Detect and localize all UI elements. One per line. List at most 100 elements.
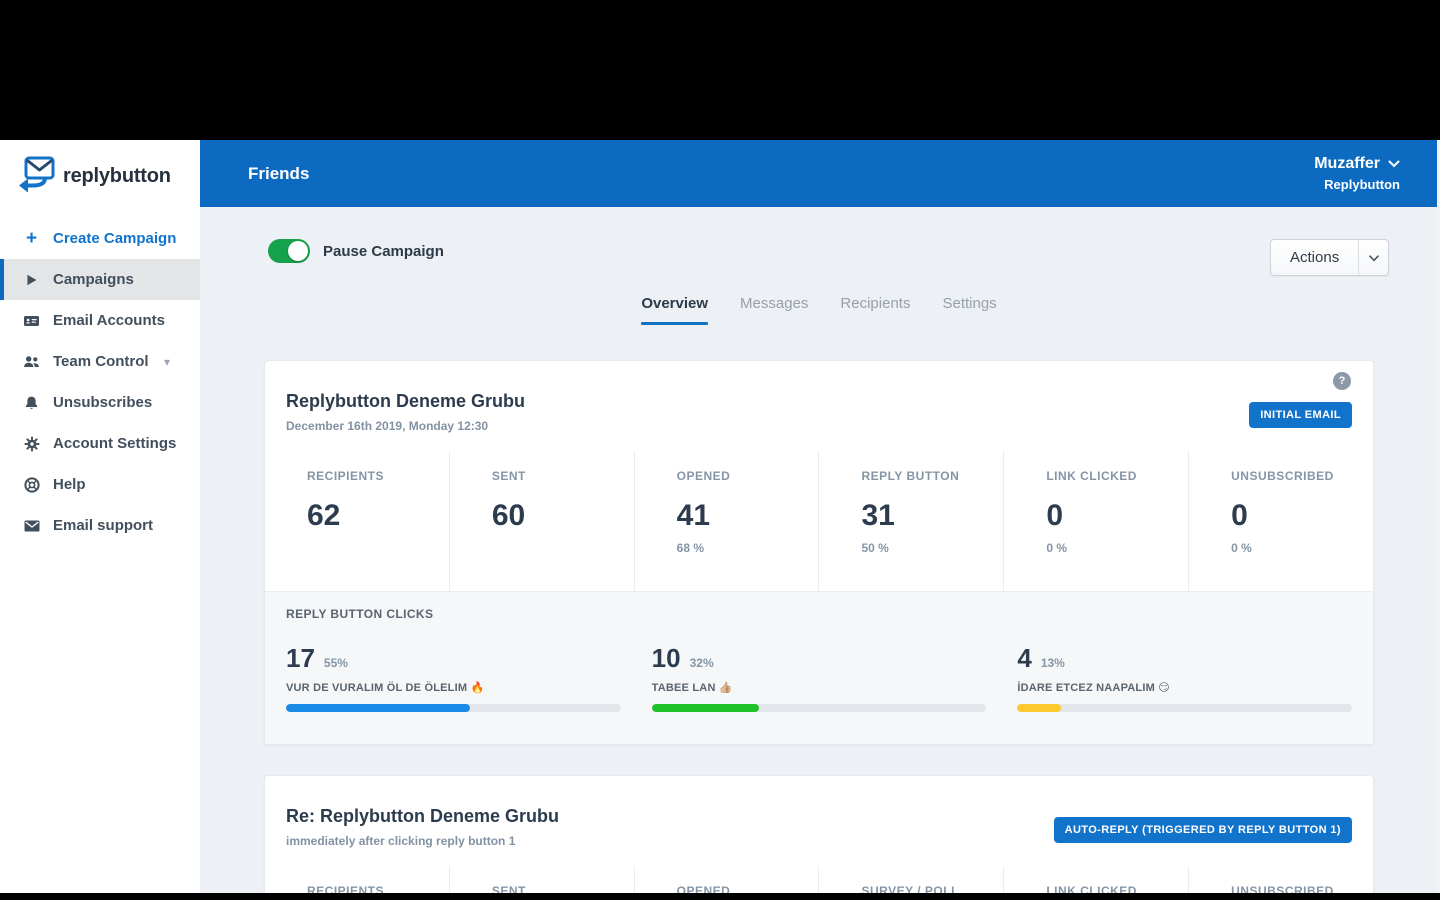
email-title: Re: Replybutton Deneme Grubu — [286, 806, 560, 826]
bell-icon — [23, 395, 40, 411]
sidebar-nav: + Create Campaign Campaigns Email Accoun… — [0, 218, 200, 546]
id-card-icon — [23, 313, 40, 329]
stats-row: RECIPIENTS 62 SENT 60 OPENED 41 68 % REP… — [265, 451, 1373, 591]
tab-recipients[interactable]: Recipients — [840, 287, 910, 325]
logo[interactable]: replybutton — [0, 140, 200, 196]
stat-reply-button: REPLY BUTTON 31 50 % — [818, 451, 1003, 591]
stat-recipients: RECIPIENTS — [265, 866, 449, 893]
card-header: Re: Replybutton Deneme Grubu immediately… — [265, 776, 1373, 866]
actions-dropdown-button[interactable] — [1359, 240, 1388, 275]
life-ring-icon — [23, 476, 40, 493]
sidebar-item-email-support[interactable]: Email support — [0, 505, 200, 546]
stat-percent: 68 % — [676, 541, 705, 555]
click-count: 10 — [651, 643, 681, 673]
click-percent: 55% — [323, 656, 348, 670]
stats-row: RECIPIENTS SENT OPENED SURVEY / POLL LIN… — [265, 866, 1373, 893]
tab-label: Overview — [641, 295, 709, 312]
pause-campaign-label: Pause Campaign — [323, 242, 444, 260]
pause-campaign-row: Pause Campaign — [268, 239, 444, 263]
email-subtitle: December 16th 2019, Monday 12:30 — [286, 419, 489, 433]
stat-label: LINK CLICKED — [1046, 884, 1137, 893]
stat-value: 41 — [676, 499, 711, 532]
click-count: 17 — [286, 643, 315, 673]
stat-sent: SENT 60 — [448, 451, 634, 591]
click-label: TABEE LAN 👍🏼 — [651, 682, 733, 694]
sidebar-item-campaigns[interactable]: Campaigns — [0, 259, 200, 300]
stat-recipients: RECIPIENTS 62 — [265, 451, 449, 591]
stat-label: REPLY BUTTON — [861, 469, 960, 483]
sidebar-item-label: Team Control — [53, 353, 149, 370]
stat-value: 60 — [491, 499, 526, 532]
sidebar-item-team-control[interactable]: Team Control ▾ — [0, 341, 200, 382]
plus-icon: + — [25, 228, 38, 249]
reply-button-clicks-section: REPLY BUTTON CLICKS 17 55% VUR DE VURALI… — [265, 591, 1373, 744]
user-org: Replybutton — [1324, 177, 1400, 192]
click-label: VUR DE VURALIM ÖL DE ÖLELIM 🔥 — [286, 682, 485, 694]
stat-opened: OPENED 41 68 % — [633, 451, 819, 591]
play-icon — [23, 273, 40, 287]
reply-button-1-stats: 17 55% VUR DE VURALIM ÖL DE ÖLELIM 🔥 — [286, 643, 621, 712]
initial-email-badge: INITIAL EMAIL — [1249, 402, 1352, 428]
chevron-down-icon — [1388, 155, 1400, 173]
tab-messages[interactable]: Messages — [740, 287, 808, 325]
sidebar-item-label: Account Settings — [53, 435, 177, 452]
user-menu[interactable]: Muzaffer Replybutton — [1314, 155, 1400, 192]
stat-label: SENT — [491, 884, 526, 893]
progress-bar — [1017, 704, 1353, 712]
sidebar-item-label: Campaigns — [53, 271, 134, 288]
click-count: 4 — [1017, 643, 1032, 673]
clicks-row: 17 55% VUR DE VURALIM ÖL DE ÖLELIM 🔥 10 … — [286, 643, 1353, 712]
tab-label: Messages — [740, 295, 809, 312]
stat-label: SENT — [491, 469, 526, 483]
page-title: Friends — [248, 163, 310, 183]
pause-campaign-toggle[interactable] — [268, 239, 310, 263]
actions-button-group: Actions — [1270, 239, 1390, 276]
sidebar-item-email-accounts[interactable]: Email Accounts — [0, 300, 200, 341]
gear-icon — [23, 436, 40, 452]
reply-button-3-stats: 4 13% İDARE ETCEZ NAAPALIM 😏 — [1017, 643, 1353, 712]
stat-label: SURVEY / POLL — [861, 884, 959, 893]
chevron-down-icon: ▾ — [163, 354, 170, 369]
sidebar-item-unsubscribes[interactable]: Unsubscribes — [0, 382, 200, 423]
tab-overview[interactable]: Overview — [641, 287, 708, 325]
progress-fill — [1017, 704, 1061, 712]
sidebar-item-help[interactable]: Help — [0, 464, 200, 505]
stat-value: 0 — [1231, 499, 1248, 532]
stat-percent: 50 % — [861, 541, 889, 555]
toggle-knob — [288, 241, 308, 261]
sidebar-item-label: Unsubscribes — [53, 394, 153, 411]
logo-text: replybutton — [63, 164, 171, 187]
sidebar-item-create-campaign[interactable]: + Create Campaign — [0, 218, 200, 259]
stat-opened: OPENED — [633, 866, 819, 893]
sidebar-item-label: Create Campaign — [53, 230, 177, 247]
envelope-icon — [23, 519, 40, 533]
click-percent: 13% — [1040, 656, 1065, 670]
help-icon[interactable]: ? — [1333, 372, 1351, 390]
stat-unsubscribed: UNSUBSCRIBED 0 0 % — [1188, 451, 1373, 591]
campaign-tabs: Overview Messages Recipients Settings — [264, 287, 1374, 325]
stat-survey-poll: SURVEY / POLL — [818, 866, 1003, 893]
stat-label: OPENED — [676, 884, 731, 893]
stat-value: 62 — [307, 499, 341, 532]
card-header: Replybutton Deneme Grubu December 16th 2… — [265, 361, 1373, 451]
tab-settings[interactable]: Settings — [942, 287, 996, 325]
user-name: Muzaffer — [1314, 155, 1380, 172]
progress-bar — [286, 704, 621, 712]
stat-label: UNSUBSCRIBED — [1231, 469, 1334, 483]
actions-label: Actions — [1290, 249, 1340, 266]
stat-label: LINK CLICKED — [1046, 469, 1137, 483]
stat-label: UNSUBSCRIBED — [1231, 884, 1334, 893]
initial-email-card: Replybutton Deneme Grubu December 16th 2… — [264, 360, 1374, 745]
actions-button[interactable]: Actions — [1271, 240, 1360, 275]
users-icon — [23, 354, 40, 370]
replybutton-logo-icon — [16, 156, 56, 197]
chevron-down-icon — [1368, 249, 1379, 267]
email-title: Replybutton Deneme Grubu — [286, 391, 526, 411]
auto-reply-card: Re: Replybutton Deneme Grubu immediately… — [264, 775, 1374, 893]
auto-reply-badge: AUTO-REPLY (TRIGGERED BY REPLY BUTTON 1) — [1053, 817, 1352, 843]
stat-percent: 0 % — [1231, 541, 1252, 555]
reply-button-2-stats: 10 32% TABEE LAN 👍🏼 — [651, 643, 987, 712]
stat-sent: SENT — [448, 866, 634, 893]
sidebar-item-account-settings[interactable]: Account Settings — [0, 423, 200, 464]
section-title: REPLY BUTTON CLICKS — [286, 607, 434, 621]
